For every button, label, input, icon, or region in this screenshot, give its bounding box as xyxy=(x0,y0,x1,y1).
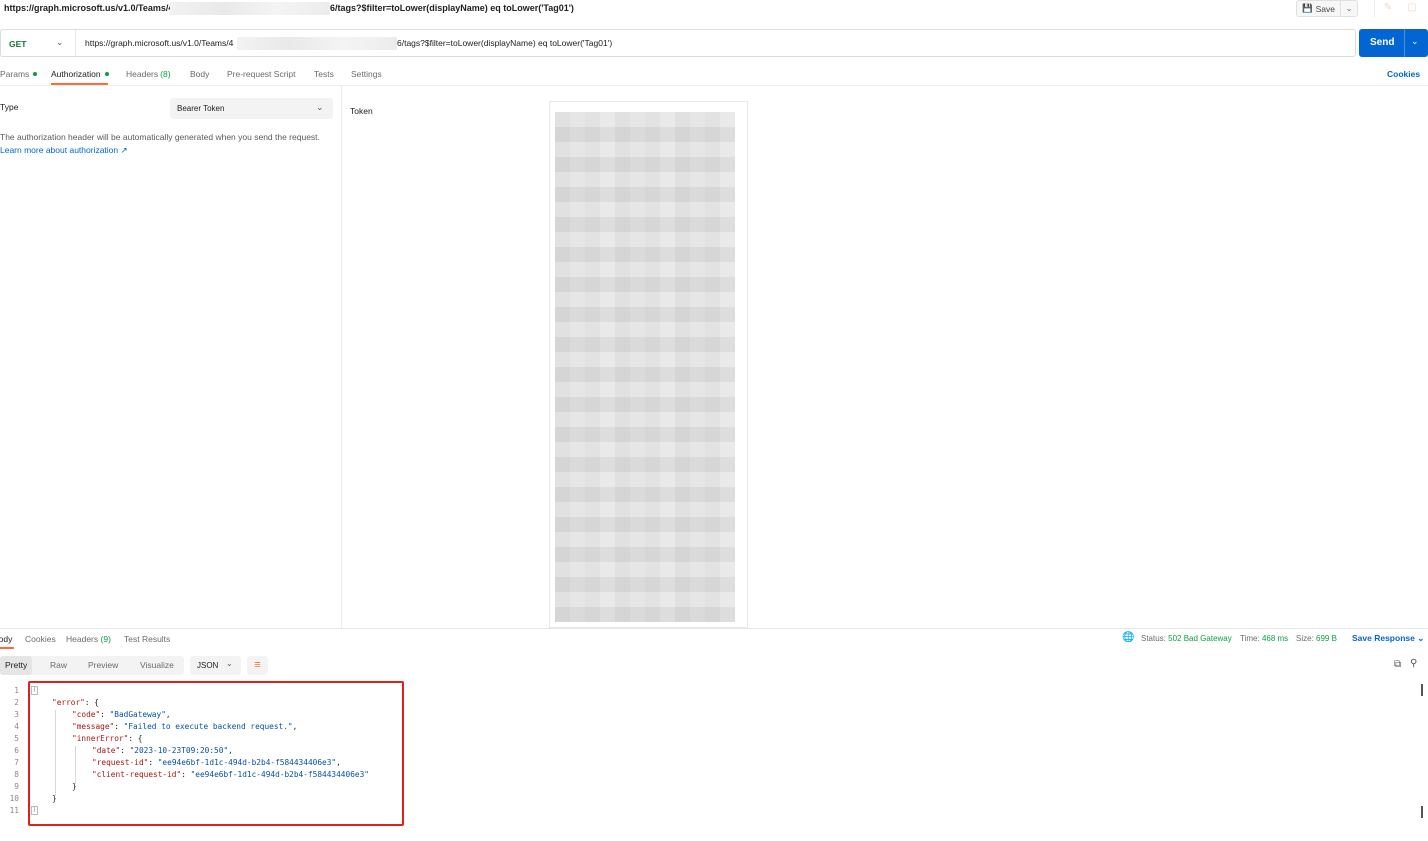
tab-authorization[interactable]: Authorization xyxy=(51,69,109,79)
chevron-down-icon: ⌄ xyxy=(316,102,324,112)
url-bar: GET ⌄ https://graph.microsoft.us/v1.0/Te… xyxy=(0,29,1356,57)
comment-icon[interactable]: ▢ xyxy=(1405,2,1419,14)
method-select[interactable]: GET xyxy=(9,39,26,49)
request-tabs: Params Authorization Headers (8) Body Pre… xyxy=(0,66,1428,86)
divider xyxy=(1404,29,1405,57)
format-raw[interactable]: Raw xyxy=(50,660,67,670)
redacted-region xyxy=(237,37,397,50)
send-button[interactable]: Send ⌄ xyxy=(1359,29,1428,57)
format-preview[interactable]: Preview xyxy=(88,660,118,670)
size-badge[interactable]: Size: 699 B xyxy=(1296,634,1337,643)
save-icon: 💾 xyxy=(1302,3,1313,13)
cookies-link[interactable]: Cookies xyxy=(1387,69,1420,79)
tab-response-body[interactable]: Body xyxy=(0,634,12,644)
chevron-down-icon: ⌄ xyxy=(226,659,233,668)
tab-label: Headers xyxy=(126,69,159,79)
chevron-down-icon: ⌄ xyxy=(1417,633,1425,643)
search-icon[interactable]: ⚲ xyxy=(1410,658,1417,669)
size-value: 699 B xyxy=(1316,634,1337,643)
save-response-label: Save Response xyxy=(1352,633,1415,643)
time-value: 468 ms xyxy=(1261,634,1289,643)
line-number: 8 xyxy=(14,770,19,779)
tab-body[interactable]: Body xyxy=(190,69,209,79)
save-response-button[interactable]: Save Response ⌄ xyxy=(1352,633,1424,644)
tab-headers[interactable]: Headers (8) xyxy=(126,69,171,79)
response-tabs: Body Cookies Headers (9) Test Results 🌐 … xyxy=(0,632,1428,649)
edit-icon[interactable]: ✎ xyxy=(1381,2,1395,14)
tab-label: Authorization xyxy=(51,69,101,79)
line-number: 9 xyxy=(14,782,19,791)
line-number: 7 xyxy=(14,758,19,767)
url-input-part2[interactable]: 6/tags?$filter=toLower(displayName) eq t… xyxy=(397,38,612,48)
language-select[interactable]: JSON ⌄ xyxy=(190,656,241,675)
send-button-label: Send xyxy=(1370,37,1395,48)
tab-test-results[interactable]: Test Results xyxy=(124,634,170,644)
tab-pre-request-script[interactable]: Pre-request Script xyxy=(227,69,296,79)
line-number: 2 xyxy=(14,698,19,707)
language-value: JSON xyxy=(197,661,219,670)
highlight-box xyxy=(28,681,404,826)
request-title-part2: 6/tags?$filter=toLower(displayName) eq t… xyxy=(330,3,574,13)
redacted-region xyxy=(170,2,330,15)
tab-count: (8) xyxy=(160,69,171,79)
globe-icon[interactable]: 🌐 xyxy=(1122,632,1134,643)
tab-settings[interactable]: Settings xyxy=(351,69,382,79)
status-dot xyxy=(104,72,109,76)
tab-response-headers[interactable]: Headers (9) xyxy=(66,634,111,644)
auth-config-panel: Type Bearer Token ⌄ The authorization he… xyxy=(0,86,342,628)
token-label: Token xyxy=(350,106,373,116)
tab-label: Params xyxy=(0,69,30,79)
url-input[interactable]: https://graph.microsoft.us/v1.0/Teams/4 xyxy=(85,38,233,48)
status-badge[interactable]: Status: 502 Bad Gateway xyxy=(1141,634,1232,643)
save-button-label: Save xyxy=(1315,3,1335,14)
status-label: Status: xyxy=(1141,634,1166,643)
scrollbar[interactable] xyxy=(1421,806,1423,818)
chevron-down-icon[interactable]: ⌄ xyxy=(1411,36,1419,47)
time-badge[interactable]: Time: 468 ms xyxy=(1240,634,1288,643)
chevron-down-icon[interactable]: ⌄ xyxy=(1341,4,1357,13)
divider xyxy=(0,628,1428,629)
status-value: 502 Bad Gateway xyxy=(1168,634,1232,643)
auth-type-label: Type xyxy=(0,102,19,112)
line-number: 6 xyxy=(14,746,19,755)
response-format-bar: Pretty Raw Preview Visualize JSON ⌄ ≡ ⧉ … xyxy=(0,656,1428,676)
auth-type-select[interactable]: Bearer Token ⌄ xyxy=(170,98,333,119)
wrap-lines-icon[interactable]: ≡ xyxy=(247,656,268,675)
tab-count: (9) xyxy=(100,634,111,644)
auth-note: The authorization header will be automat… xyxy=(0,132,320,142)
request-title-part1: https://graph.microsoft.us/v1.0/Teams/4 xyxy=(4,3,174,13)
tab-params[interactable]: Params xyxy=(0,69,38,79)
time-label: Time: xyxy=(1240,634,1260,643)
scrollbar[interactable] xyxy=(1421,684,1423,696)
tab-response-cookies[interactable]: Cookies xyxy=(25,634,56,644)
chevron-down-icon[interactable]: ⌄ xyxy=(56,37,64,48)
tab-tests[interactable]: Tests xyxy=(314,69,334,79)
line-number: 3 xyxy=(14,710,19,719)
format-toggle-group: Pretty Raw Preview Visualize xyxy=(0,656,184,675)
size-label: Size: xyxy=(1296,634,1314,643)
line-number: 5 xyxy=(14,734,19,743)
status-dot xyxy=(33,72,38,76)
save-button[interactable]: 💾 Save ⌄ xyxy=(1296,0,1358,17)
line-number: 11 xyxy=(9,806,19,815)
line-number: 1 xyxy=(14,686,19,695)
auth-type-value: Bearer Token xyxy=(177,104,225,113)
line-number: 10 xyxy=(9,794,19,803)
request-title-bar: https://graph.microsoft.us/v1.0/Teams/4 … xyxy=(0,0,1428,20)
active-tab-indicator xyxy=(0,647,14,649)
redacted-token xyxy=(555,112,735,622)
top-right-icons: ✎ ▢ xyxy=(1374,0,1428,17)
tab-label: Headers xyxy=(66,634,99,644)
format-pretty[interactable]: Pretty xyxy=(0,656,33,675)
format-visualize[interactable]: Visualize xyxy=(140,660,174,670)
line-number: 4 xyxy=(14,722,19,731)
divider xyxy=(75,30,76,56)
copy-icon[interactable]: ⧉ xyxy=(1394,659,1401,670)
learn-more-link[interactable]: Learn more about authorization ↗ xyxy=(0,145,128,156)
